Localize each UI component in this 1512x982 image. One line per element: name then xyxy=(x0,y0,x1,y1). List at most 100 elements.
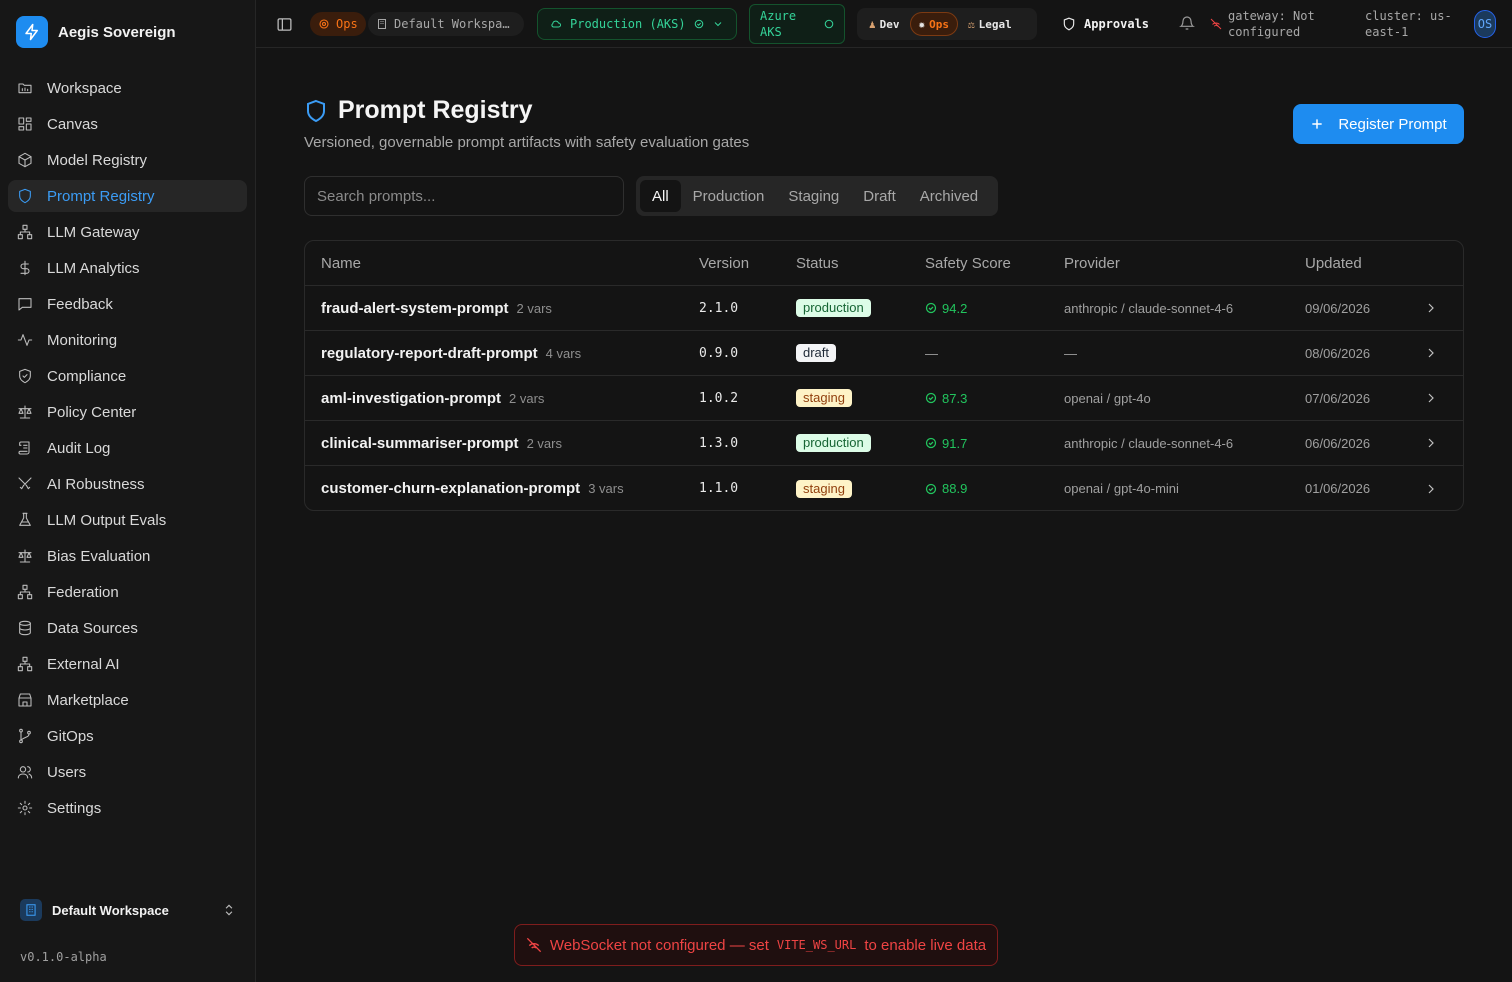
sidebar-item-label: Marketplace xyxy=(47,691,129,709)
sidebar-item-external-ai[interactable]: External AI xyxy=(8,648,247,680)
notifications-button[interactable] xyxy=(1179,15,1195,31)
table-row[interactable]: aml-investigation-prompt 2 vars 1.0.2 st… xyxy=(305,376,1463,421)
col-version[interactable]: Version xyxy=(699,255,749,272)
tab-archived[interactable]: Archived xyxy=(908,180,990,212)
persona-ops[interactable]: ✹ Ops xyxy=(909,12,958,36)
chevron-right-icon[interactable] xyxy=(1423,435,1439,451)
sidebar-item-gitops[interactable]: GitOps xyxy=(8,720,247,752)
sidebar-item-label: AI Robustness xyxy=(47,475,145,493)
activity-icon xyxy=(17,334,33,346)
tab-all[interactable]: All xyxy=(640,180,681,212)
wifi-off-icon xyxy=(1210,18,1222,30)
chevron-right-icon[interactable] xyxy=(1423,481,1439,497)
table-row[interactable]: clinical-summariser-prompt 2 vars 1.3.0 … xyxy=(305,421,1463,466)
sidebar-item-model-registry[interactable]: Model Registry xyxy=(8,144,247,176)
prompt-vars: 2 vars xyxy=(516,300,552,316)
status-badge: staging xyxy=(796,389,852,407)
scale-icon xyxy=(18,405,32,419)
status-badge: production xyxy=(796,299,871,317)
sidebar-nav: Workspace Canvas Model Registry Prompt R… xyxy=(8,72,247,828)
sidebar-item-label: LLM Output Evals xyxy=(47,511,167,529)
page-title: Prompt Registry xyxy=(304,96,532,125)
table-row[interactable]: regulatory-report-draft-prompt 4 vars 0.… xyxy=(305,331,1463,376)
persona-dev[interactable]: ♟ Dev xyxy=(861,12,908,36)
sidebar-item-users[interactable]: Users xyxy=(8,756,247,788)
search-input[interactable] xyxy=(304,176,624,216)
network-icon xyxy=(17,584,33,600)
status-tabs: All Production Staging Draft Archived xyxy=(636,176,998,216)
cloud-provider-badge[interactable]: Azure AKS xyxy=(749,4,845,44)
provider: — xyxy=(1064,345,1077,361)
prompt-version: 1.0.2 xyxy=(699,390,739,406)
tab-production[interactable]: Production xyxy=(681,180,777,212)
sidebar-item-label: Compliance xyxy=(47,367,127,385)
prompt-version: 0.9.0 xyxy=(699,345,739,361)
approvals-button[interactable]: Approvals xyxy=(1062,14,1149,34)
cloud-icon xyxy=(551,20,561,28)
persona-legal[interactable]: ⚖ Legal xyxy=(960,12,1020,36)
environment-selector[interactable]: Production (AKS) xyxy=(537,8,737,40)
role-badge[interactable]: Ops xyxy=(310,12,366,36)
col-status[interactable]: Status xyxy=(796,255,839,272)
sidebar-item-feedback[interactable]: Feedback xyxy=(8,288,247,320)
prompt-name: customer-churn-explanation-prompt xyxy=(321,480,581,497)
sidebar-item-bias-evaluation[interactable]: Bias Evaluation xyxy=(8,540,247,572)
workspace-name: Default Workspace xyxy=(52,902,169,918)
sidebar-item-label: Users xyxy=(47,763,87,781)
chevron-right-icon[interactable] xyxy=(1423,300,1439,316)
check-circle-icon xyxy=(925,483,937,494)
swords-icon xyxy=(18,477,32,490)
status-badge: production xyxy=(796,434,871,452)
tab-draft[interactable]: Draft xyxy=(851,180,908,212)
chevron-down-icon xyxy=(714,22,721,27)
prompt-vars: 3 vars xyxy=(588,481,624,496)
provider: anthropic / claude-sonnet-4-6 xyxy=(1064,300,1234,316)
prompt-name-cell: fraud-alert-system-prompt 2 vars xyxy=(321,300,552,317)
users-icon xyxy=(17,766,33,779)
col-provider[interactable]: Provider xyxy=(1064,255,1120,272)
sidebar-item-llm-gateway[interactable]: LLM Gateway xyxy=(8,216,247,248)
sidebar-item-llm-output-evals[interactable]: LLM Output Evals xyxy=(8,504,247,536)
register-prompt-button[interactable]: Register Prompt xyxy=(1293,104,1464,144)
chevron-right-icon[interactable] xyxy=(1423,345,1439,361)
sidebar-item-ai-robustness[interactable]: AI Robustness xyxy=(8,468,247,500)
sidebar-item-marketplace[interactable]: Marketplace xyxy=(8,684,247,716)
scale-icon: ⚖ xyxy=(968,17,975,31)
workspace-switcher[interactable]: Default Workspace xyxy=(12,893,244,927)
sidebar-item-canvas[interactable]: Canvas xyxy=(8,108,247,140)
table-header: Name Version Status Safety Score Provide… xyxy=(305,241,1463,286)
workspace-selector[interactable]: Default Workspa… xyxy=(368,12,524,36)
sidebar-item-federation[interactable]: Federation xyxy=(8,576,247,608)
check-circle-icon xyxy=(925,437,937,449)
prompts-table: Name Version Status Safety Score Provide… xyxy=(304,240,1464,511)
panel-left-icon xyxy=(277,18,292,31)
plus-icon xyxy=(1312,119,1322,129)
sidebar-item-llm-analytics[interactable]: LLM Analytics xyxy=(8,252,247,284)
col-updated[interactable]: Updated xyxy=(1305,255,1362,272)
sidebar-item-compliance[interactable]: Compliance xyxy=(8,360,247,392)
sidebar-item-audit-log[interactable]: Audit Log xyxy=(8,432,247,464)
brand-name: Aegis Sovereign xyxy=(58,23,176,41)
message-icon xyxy=(18,298,32,311)
sidebar-item-settings[interactable]: Settings xyxy=(8,792,247,824)
sidebar-item-monitoring[interactable]: Monitoring xyxy=(8,324,247,356)
sidebar-item-policy-center[interactable]: Policy Center xyxy=(8,396,247,428)
shield-icon xyxy=(19,188,31,204)
sidebar-item-label: Bias Evaluation xyxy=(47,547,151,565)
sidebar-item-workspace[interactable]: Workspace xyxy=(8,72,247,104)
chevron-right-icon[interactable] xyxy=(1423,390,1439,406)
dollar-icon xyxy=(20,260,30,276)
col-safety-score[interactable]: Safety Score xyxy=(925,255,1011,272)
sidebar-item-label: Federation xyxy=(47,583,119,601)
check-circle-icon xyxy=(824,19,834,29)
table-row[interactable]: fraud-alert-system-prompt 2 vars 2.1.0 p… xyxy=(305,286,1463,331)
user-avatar[interactable]: OS xyxy=(1474,10,1496,38)
tab-staging[interactable]: Staging xyxy=(776,180,851,212)
sidebar-item-prompt-registry[interactable]: Prompt Registry xyxy=(8,180,247,212)
sidebar-item-data-sources[interactable]: Data Sources xyxy=(8,612,247,644)
table-row[interactable]: customer-churn-explanation-prompt 3 vars… xyxy=(305,466,1463,510)
col-name[interactable]: Name xyxy=(321,255,361,272)
safety-score: 91.7 xyxy=(925,436,967,451)
brand[interactable]: Aegis Sovereign xyxy=(16,16,176,48)
sidebar-toggle-button[interactable] xyxy=(276,16,293,33)
